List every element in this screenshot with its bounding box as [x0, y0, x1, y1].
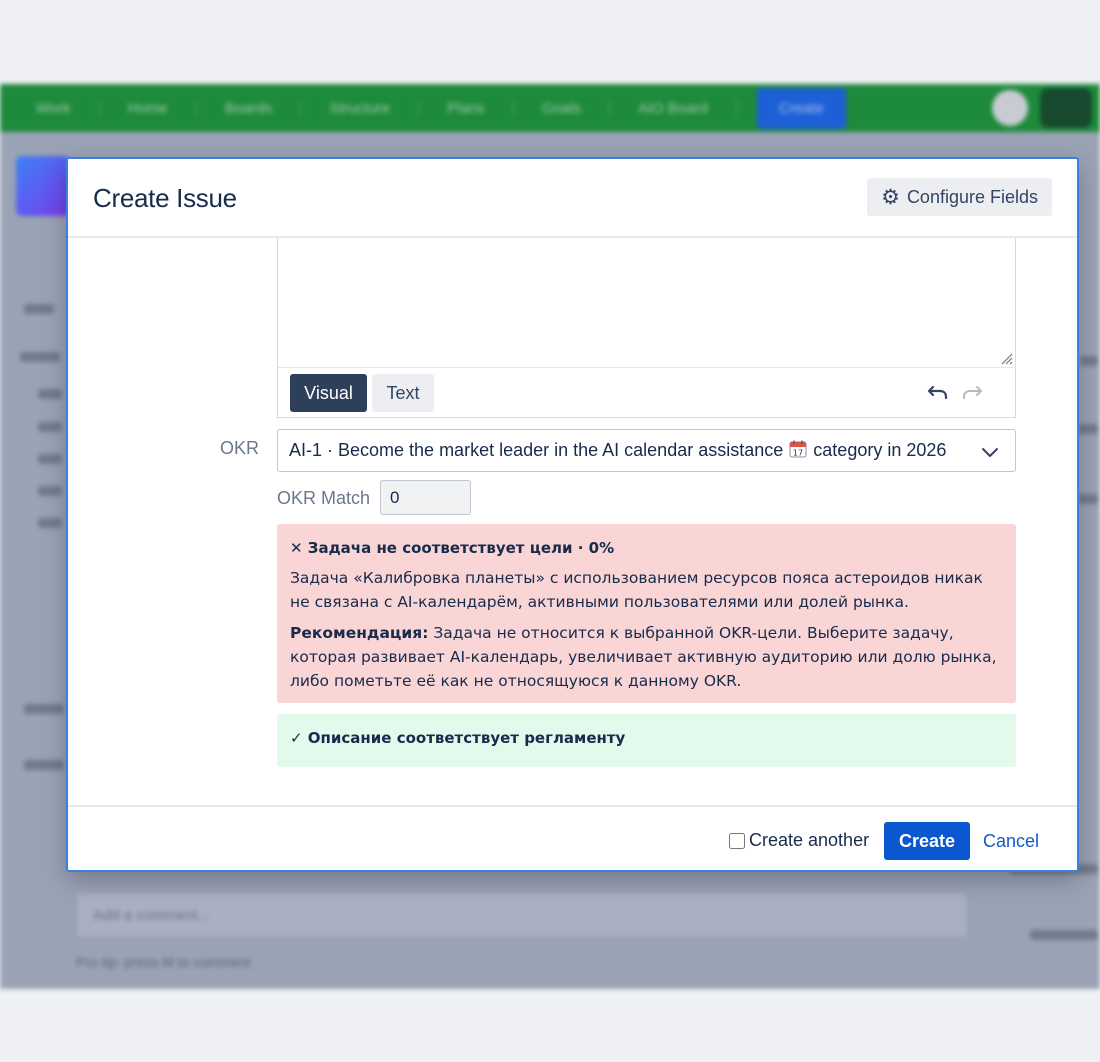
okr-selected-text: AI-1 · Become the market leader in the A… [289, 440, 784, 460]
bg-text-line [38, 389, 62, 399]
nav-item: Plans [419, 99, 514, 117]
description-editor[interactable] [277, 238, 1016, 368]
okr-match-field[interactable] [380, 480, 471, 515]
nav-item: Goals [514, 99, 610, 117]
calendar-icon: 17 [789, 440, 807, 458]
avatar [992, 90, 1028, 126]
okr-select[interactable]: AI-1 · Become the market leader in the A… [277, 429, 1016, 472]
nav-item: AIO Board [610, 99, 737, 117]
okr-match-label: OKR Match [277, 488, 371, 508]
nav-item: Structure [301, 99, 420, 117]
help-icon [1040, 88, 1092, 128]
bg-text-line [20, 352, 60, 362]
bg-text-line [1078, 424, 1098, 434]
description-ok-alert: ✓ Описание соответствует регламенту [277, 714, 1016, 767]
bg-text-line [38, 454, 62, 464]
recommendation-label: Рекомендация: [290, 624, 429, 642]
footer-hint: Pro tip: press M to comment [76, 954, 252, 970]
gear-icon: ⚙ [881, 185, 900, 209]
tab-text[interactable]: Text [372, 374, 434, 412]
top-nav: Work Home Boards Structure Plans Goals A… [0, 84, 1100, 132]
cancel-link[interactable]: Cancel [983, 831, 1039, 852]
nav-create-button: Create [756, 87, 846, 129]
configure-fields-label: Configure Fields [906, 186, 1038, 207]
create-button[interactable]: Create [884, 822, 970, 860]
create-another-checkbox[interactable]: Create another [729, 830, 869, 851]
bg-text-line [1078, 494, 1098, 504]
bg-text-line [38, 422, 62, 432]
bg-text-line [38, 518, 62, 528]
okr-label: OKR [220, 438, 260, 458]
dialog-footer: Create another Create Cancel [68, 805, 1077, 872]
okr-selected-text-tail: category in 2026 [813, 440, 947, 460]
create-another-input[interactable] [729, 832, 745, 849]
okr-selected-value: AI-1 · Become the market leader in the A… [289, 440, 946, 461]
alert-text: Задача «Калибровка планеты» с использова… [290, 569, 983, 611]
configure-fields-button[interactable]: ⚙ Configure Fields [867, 178, 1052, 216]
redo-icon[interactable] [961, 382, 983, 402]
bg-text-line [24, 760, 64, 770]
project-logo [16, 156, 70, 216]
dialog-title: Create Issue [93, 183, 237, 213]
dialog-header: Create Issue ⚙ Configure Fields [68, 159, 1077, 238]
alert-recommendation: Рекомендация: Задача не относится к выбр… [290, 621, 1003, 693]
chevron-down-icon [982, 448, 998, 457]
editor-toolbar: Visual Text [277, 367, 1016, 418]
resize-handle-icon[interactable] [1001, 353, 1013, 365]
nav-item: Home [100, 99, 197, 117]
nav-item: Work [8, 99, 100, 117]
bg-text-line [1080, 356, 1098, 366]
comment-input: Add a comment... [76, 892, 968, 938]
create-issue-dialog: Create Issue ⚙ Configure Fields Visual T… [66, 157, 1079, 872]
okr-mismatch-alert: ✕ Задача не соответствует цели · 0% Зада… [277, 524, 1016, 703]
svg-text:17: 17 [793, 449, 803, 458]
bg-text-line [24, 704, 64, 714]
bg-text-line [24, 304, 54, 314]
alert-title: ✕ Задача не соответствует цели · 0% [290, 539, 615, 557]
bg-text-line [1030, 930, 1098, 940]
nav-item: Boards [197, 99, 302, 117]
bg-text-line [38, 486, 62, 496]
dialog-body: Visual Text OKR AI-1 · Become the market… [68, 238, 1077, 805]
create-another-label: Create another [749, 830, 870, 850]
undo-icon[interactable] [927, 382, 949, 402]
tab-visual[interactable]: Visual [290, 374, 367, 412]
